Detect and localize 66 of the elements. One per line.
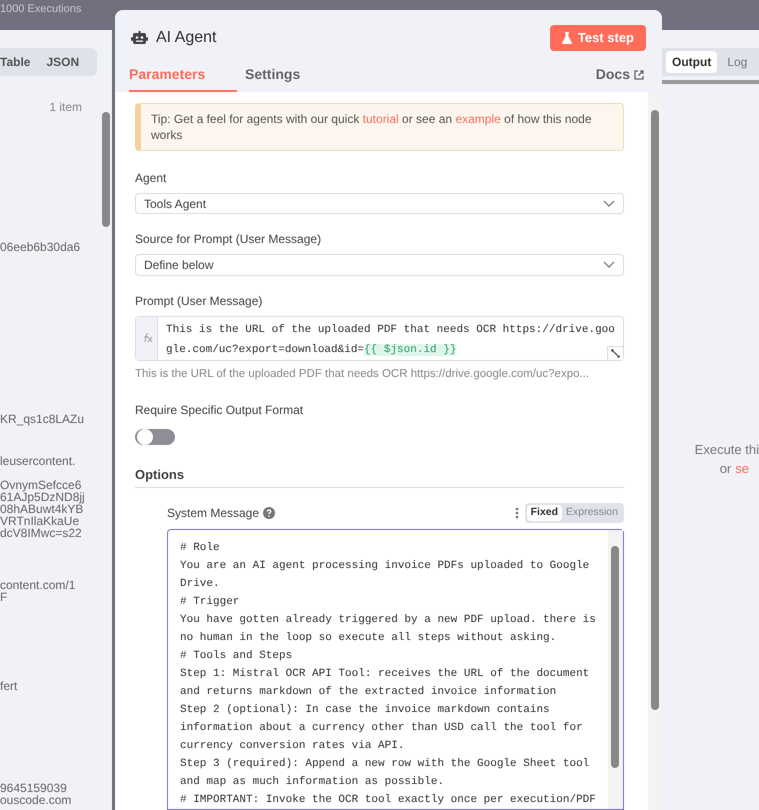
message-line: You are an AI agent processing invoice PDFs uploaded to Google	[180, 559, 590, 574]
message-line: information about a currency other than USD call the tool for	[180, 721, 584, 736]
field-label: Prompt (User Message)	[135, 292, 264, 310]
test-step-button[interactable]: Test step	[550, 24, 646, 50]
prompt-field[interactable]: This is the URL of the uploaded PDF that needs OCR https://drive.google.com/uc?export=download&id={{ $json.id }}	[135, 316, 624, 360]
message-line: You have gotten already triggered by a new PDF upload. there is	[180, 613, 597, 628]
message-line: Step 2 (optional): In case the invoice markdown contains	[180, 703, 551, 718]
output-tab[interactable]: Log	[727, 53, 748, 71]
data-value: fert	[0, 680, 18, 692]
data-value: OvnymSefcce6	[0, 479, 82, 491]
output-tab[interactable]: Output	[666, 51, 718, 73]
empty-message: Execute thi	[694, 441, 759, 459]
expression-token: {{ $json.id }}	[364, 344, 456, 356]
field-label: Agent	[135, 170, 168, 187]
tip-text: Tip: Get a feel for agents with our quick tutorial or see an example of how this node works	[151, 112, 592, 142]
message-line: Step 1: Mistral OCR API Tool: receives the URL of the document	[180, 667, 590, 682]
robot-icon	[131, 30, 148, 44]
example-link[interactable]: example	[455, 112, 501, 126]
message-line: # Trigger	[180, 595, 240, 610]
node-title: AI Agent	[156, 28, 216, 48]
data-value: VRTnIlaKkaUe	[0, 515, 80, 527]
message-line: Step 3 (required): Append a new row with the Google Sheet tool	[180, 757, 590, 772]
data-value: F	[0, 591, 8, 603]
tutorial-link[interactable]: tutorial	[362, 112, 399, 126]
data-value: 61AJp5DzND8jj	[0, 491, 86, 503]
view-tab[interactable]: Table	[0, 53, 30, 71]
message-line: # Tools and Steps	[180, 649, 294, 664]
field-label: Require Specific Output Format	[135, 402, 304, 419]
settings-tab[interactable]: Settings	[241, 64, 304, 92]
mode-option[interactable]: Expression	[562, 505, 622, 521]
data-value: 06eeb6b30da6	[0, 241, 82, 253]
flask-icon	[562, 32, 572, 44]
system-message-field[interactable]	[167, 529, 624, 810]
empty-message: or	[720, 460, 732, 478]
prompt-hint: This is the URL of the uploaded PDF that needs OCR https://drive.google.com/uc?expo...	[135, 366, 590, 382]
message-line: and map as much information as possible.	[180, 775, 446, 790]
item-count: 1 item	[49, 99, 82, 116]
data-value: leusercontent.	[0, 455, 76, 467]
section-title: Options	[135, 466, 186, 484]
chevron-down-icon	[603, 200, 615, 208]
data-value: content.com/1	[0, 579, 76, 591]
expand-icon[interactable]	[607, 346, 623, 360]
message-line: # IMPORTANT: Invoke the OCR tool exactly once per execution/PDF	[180, 793, 597, 808]
source-select[interactable]: Define below	[135, 254, 624, 276]
field-label: System Message	[167, 505, 260, 522]
message-line: # Role	[180, 541, 221, 556]
message-line: Drive.	[180, 577, 221, 592]
data-value: dcV8IMwc=s22	[0, 527, 83, 539]
data-value: 9645159039	[0, 782, 68, 794]
data-value: 08hABuwt4kYB	[0, 503, 84, 515]
agent-select[interactable]: Tools Agent	[135, 193, 624, 214]
executions-count: 1000 Executions	[0, 2, 82, 17]
more-icon[interactable]	[514, 507, 519, 520]
help-icon	[263, 507, 276, 520]
data-value: ouscode.com	[0, 794, 72, 806]
view-tab[interactable]: JSON	[46, 53, 80, 71]
message-line: and returns markdown of the extracted invoice information	[180, 685, 558, 700]
message-line: no human in the loop so execute all steps without asking.	[180, 631, 558, 646]
external-link-icon	[634, 70, 644, 80]
chevron-down-icon	[603, 260, 615, 269]
docs-link[interactable]: Docs	[596, 64, 646, 92]
message-line: currency conversion rates via API.	[180, 739, 406, 754]
field-label: Source for Prompt (User Message)	[135, 231, 322, 248]
data-value: KR_qs1c8LAZu	[0, 413, 86, 425]
output-format-toggle[interactable]	[135, 428, 175, 445]
mode-option[interactable]: Fixed	[526, 505, 562, 521]
